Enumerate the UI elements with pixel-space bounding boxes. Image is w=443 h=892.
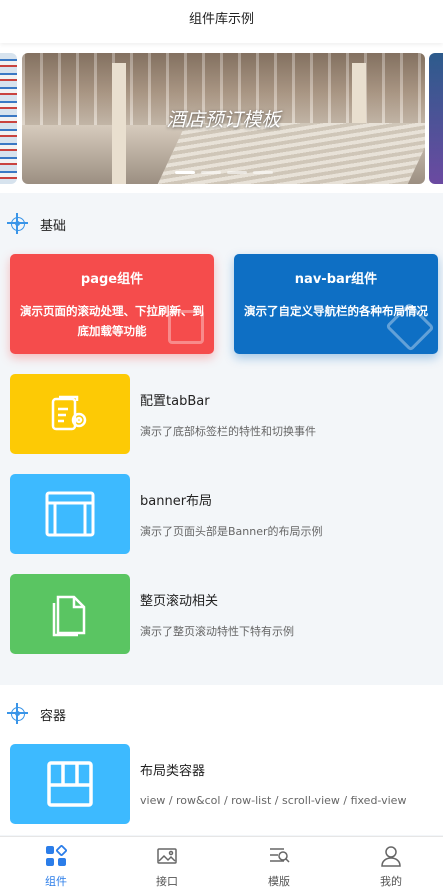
tab-label: 我的 xyxy=(380,875,402,888)
banner-title: 酒店预订模板 xyxy=(166,109,281,131)
image-icon xyxy=(157,848,177,864)
item-title: 布局类容器 xyxy=(140,764,206,779)
tabbar-config-icon xyxy=(10,374,130,454)
nav-bar-component-card[interactable]: nav-bar组件 演示了自定义导航栏的各种布局情况 xyxy=(234,254,438,354)
page-component-card[interactable]: page组件 演示页面的滚动处理、下拉刷新、到底加载等功能 xyxy=(10,254,214,354)
components-icon xyxy=(46,845,67,866)
carousel-next-slide[interactable] xyxy=(429,53,443,184)
list-item-tabbar[interactable]: 配置tabBar 演示了底部标签栏的特性和切换事件 xyxy=(10,374,440,454)
tab-mine[interactable]: 我的 xyxy=(336,837,443,892)
carousel-dot[interactable] xyxy=(174,171,195,174)
target-icon xyxy=(7,703,28,724)
item-title: 配置tabBar xyxy=(140,394,210,409)
list-item-layout-containers[interactable]: 布局类容器 view / row&col / row-list / scroll… xyxy=(10,744,440,824)
section-container-header: 容器 xyxy=(0,694,443,734)
list-item-banner[interactable]: banner布局 演示了页面头部是Banner的布局示例 xyxy=(10,474,440,554)
tab-templates[interactable]: 模版 xyxy=(224,837,334,892)
card-title: page组件 xyxy=(80,272,144,287)
carousel-dot[interactable] xyxy=(252,171,273,174)
tab-components[interactable]: 组件 xyxy=(1,837,111,892)
item-title: 整页滚动相关 xyxy=(140,594,219,609)
book-icon xyxy=(168,310,204,344)
carousel-dot[interactable] xyxy=(200,171,221,174)
tab-label: 模版 xyxy=(268,875,290,888)
document-icon xyxy=(10,574,130,654)
banner-layout-icon xyxy=(10,474,130,554)
item-description: 演示了页面头部是Banner的布局示例 xyxy=(140,525,323,538)
card-title: nav-bar组件 xyxy=(294,272,378,287)
section-basic-header: 基础 xyxy=(0,204,443,244)
section-container: 容器 布局类容器 view / row&col / row-list / scr… xyxy=(0,685,443,835)
tab-label: 接口 xyxy=(156,875,178,888)
carousel-dot[interactable] xyxy=(226,171,247,174)
nav-bar: 组件库示例 xyxy=(0,0,443,43)
carousel-indicators xyxy=(22,159,425,178)
banner-carousel[interactable]: 酒店预订模板 xyxy=(0,43,443,193)
section-title: 容器 xyxy=(40,709,67,724)
tab-label: 组件 xyxy=(45,875,67,888)
carousel-prev-slide[interactable] xyxy=(0,53,17,184)
item-description: 演示了底部标签栏的特性和切换事件 xyxy=(140,425,316,438)
tab-api[interactable]: 接口 xyxy=(112,837,222,892)
list-item-fullpage-scroll[interactable]: 整页滚动相关 演示了整页滚动特性下特有示例 xyxy=(10,574,440,654)
item-title: banner布局 xyxy=(140,494,213,509)
section-title: 基础 xyxy=(40,219,67,234)
item-description: view / row&col / row-list / scroll-view … xyxy=(140,794,407,807)
tab-bar: 组件 接口 模版 我的 xyxy=(0,836,443,892)
template-icon xyxy=(270,848,290,863)
carousel-slide[interactable]: 酒店预订模板 xyxy=(22,53,425,184)
item-description: 演示了整页滚动特性下特有示例 xyxy=(140,625,294,638)
user-icon xyxy=(381,846,401,867)
page-title: 组件库示例 xyxy=(188,12,254,27)
grid-layout-icon xyxy=(10,744,130,824)
target-icon xyxy=(7,213,28,234)
